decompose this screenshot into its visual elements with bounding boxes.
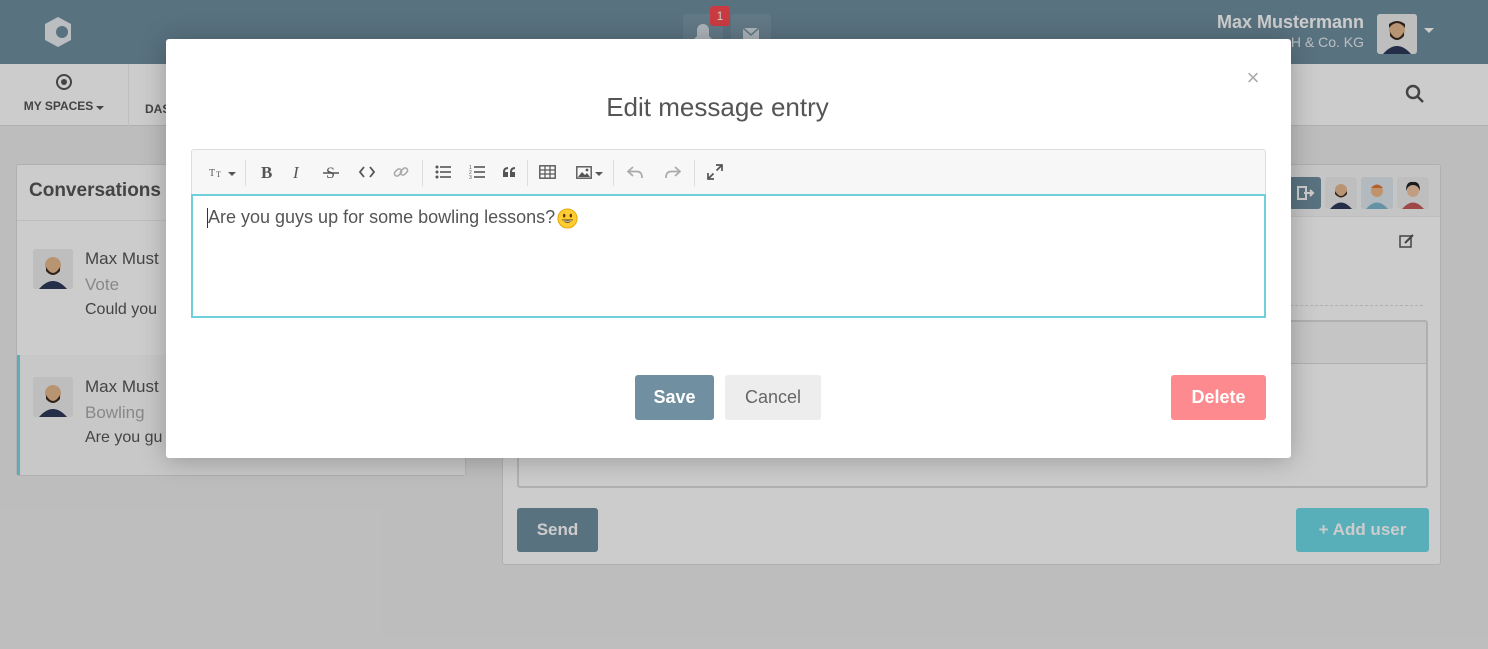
numbered-list-icon: 123	[469, 165, 485, 179]
cancel-button[interactable]: Cancel	[725, 375, 821, 420]
rich-text-editor: TT B I S 123 Are you guys up for some bo…	[191, 149, 1266, 319]
svg-text:B: B	[261, 164, 272, 180]
toolbar-separator	[422, 160, 423, 186]
toolbar-separator	[613, 160, 614, 186]
italic-button[interactable]: I	[288, 158, 308, 186]
text-size-button[interactable]: TT	[206, 158, 238, 186]
svg-text:I: I	[292, 164, 300, 180]
svg-text:T: T	[216, 170, 221, 179]
expand-icon	[707, 164, 723, 180]
strikethrough-icon: S	[323, 165, 339, 181]
toolbar-separator	[694, 160, 695, 186]
image-button[interactable]	[572, 158, 606, 186]
fullscreen-button[interactable]	[704, 158, 726, 186]
bullet-list-icon	[435, 165, 451, 179]
numbered-list-button[interactable]: 123	[466, 158, 488, 186]
undo-icon	[627, 165, 643, 178]
editor-toolbar: TT B I S 123	[191, 149, 1266, 195]
save-button[interactable]: Save	[635, 375, 714, 420]
message-text: Are you guys up for some bowling lessons…	[208, 207, 556, 227]
delete-button[interactable]: Delete	[1171, 375, 1266, 420]
table-button[interactable]	[536, 158, 558, 186]
svg-text:3: 3	[469, 175, 472, 179]
message-editor-field[interactable]: Are you guys up for some bowling lessons…	[191, 194, 1266, 318]
link-button[interactable]	[390, 158, 412, 186]
code-button[interactable]	[356, 158, 378, 186]
text-size-icon: TT	[209, 168, 221, 179]
image-icon	[575, 165, 592, 179]
italic-icon: I	[292, 164, 300, 180]
redo-icon	[665, 165, 681, 178]
close-button[interactable]: ×	[1243, 67, 1263, 91]
table-icon	[538, 165, 556, 179]
edit-message-modal: × Edit message entry TT B I S 1 2 3 Are …	[166, 39, 1291, 458]
bold-button[interactable]: B	[256, 158, 278, 186]
code-icon	[359, 166, 375, 178]
link-icon	[393, 167, 409, 177]
bullet-list-button[interactable]	[432, 158, 454, 186]
quote-button[interactable]	[498, 158, 520, 186]
quote-icon	[503, 167, 515, 177]
smiley-emoji-icon	[557, 208, 578, 229]
chevron-down-icon	[227, 171, 236, 176]
redo-button[interactable]	[662, 158, 684, 186]
modal-title: Edit message entry	[606, 92, 829, 122]
toolbar-separator	[245, 160, 246, 186]
bold-icon: B	[261, 164, 272, 180]
chevron-down-icon	[594, 171, 603, 176]
toolbar-separator	[527, 160, 528, 186]
undo-button[interactable]	[624, 158, 646, 186]
strikethrough-button[interactable]: S	[320, 158, 342, 186]
svg-text:T: T	[209, 168, 215, 179]
